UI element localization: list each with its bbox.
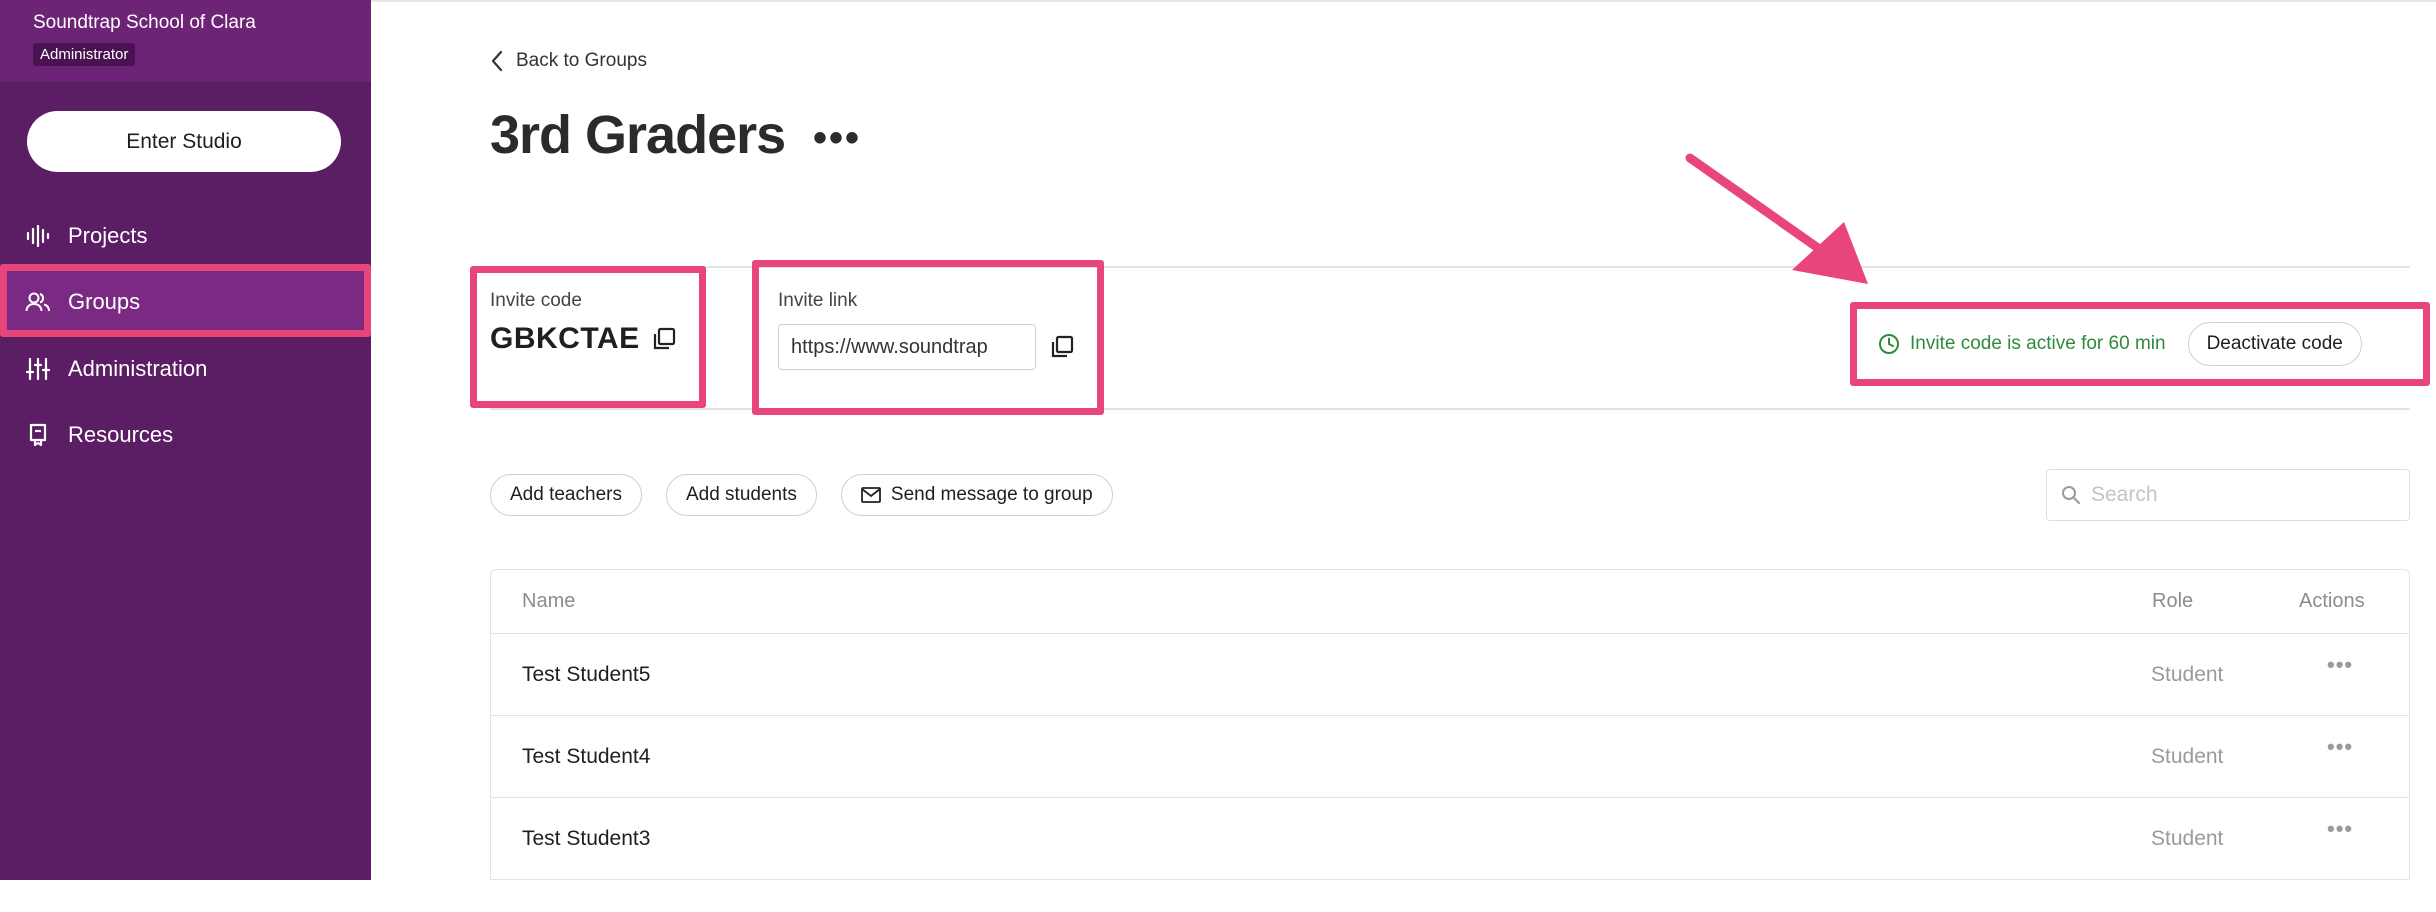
page-title: 3rd Graders [490, 105, 786, 165]
row-more-options-button[interactable]: ••• [2327, 816, 2353, 842]
search-input[interactable] [2091, 483, 2391, 507]
add-teachers-button[interactable]: Add teachers [490, 474, 642, 516]
invite-link-section: Invite link https://www.soundtrap [778, 290, 1074, 370]
sidebar-item-label: Projects [68, 223, 148, 248]
column-header-name[interactable]: Name [522, 590, 575, 613]
sidebar-header: Soundtrap School of Clara Administrator [0, 0, 371, 82]
table-header: Name Role Actions [491, 570, 2409, 634]
copy-invite-code-icon[interactable] [652, 327, 676, 351]
invite-section-bottom-divider [490, 408, 2410, 410]
sidebar-item-projects[interactable]: Projects [0, 204, 371, 268]
copy-invite-link-icon[interactable] [1050, 335, 1074, 359]
back-link-label: Back to Groups [516, 50, 647, 71]
invite-status-area: Invite code is active for 60 min Deactiv… [1878, 322, 2362, 366]
send-message-button[interactable]: Send message to group [840, 474, 1113, 516]
invite-code-label: Invite code [490, 290, 582, 311]
member-role: Student [2151, 827, 2224, 850]
invite-status-text: Invite code is active for 60 min [1910, 333, 2166, 354]
table-row[interactable]: Test Student5 Student ••• [491, 634, 2409, 716]
sliders-icon [24, 355, 52, 383]
chevron-left-icon [491, 50, 503, 72]
annotation-arrow-icon [1685, 153, 1868, 284]
member-name: Test Student4 [522, 745, 651, 768]
sidebar-item-resources[interactable]: Resources [0, 403, 371, 467]
invite-code-value: GBKCTAE [490, 322, 640, 355]
table-row[interactable]: Test Student3 Student ••• [491, 798, 2409, 880]
waveform-icon [24, 222, 52, 250]
members-table: Name Role Actions Test Student5 Student … [490, 569, 2410, 880]
organization-name: Soundtrap School of Clara [33, 12, 256, 33]
sidebar-item-label: Administration [68, 356, 208, 381]
invite-link-label: Invite link [778, 290, 858, 311]
people-icon [24, 288, 52, 316]
row-more-options-button[interactable]: ••• [2327, 734, 2353, 760]
invite-code-section: Invite code GBKCTAE [490, 290, 676, 356]
member-name: Test Student3 [522, 827, 651, 850]
invite-section-top-divider [490, 266, 2410, 268]
column-header-role[interactable]: Role [2152, 590, 2193, 613]
member-name: Test Student5 [522, 663, 651, 686]
send-message-label: Send message to group [890, 484, 1093, 505]
bookmark-icon [24, 421, 52, 449]
enter-studio-button[interactable]: Enter Studio [27, 111, 341, 172]
sidebar-item-label: Groups [68, 289, 141, 314]
sidebar: Soundtrap School of Clara Administrator … [0, 0, 371, 880]
column-header-actions: Actions [2299, 590, 2365, 612]
table-row[interactable]: Test Student4 Student ••• [491, 716, 2409, 798]
invite-link-field[interactable]: https://www.soundtrap [778, 324, 1036, 370]
sidebar-item-administration[interactable]: Administration [0, 337, 371, 401]
group-more-options-button[interactable]: ••• [813, 118, 861, 158]
back-to-groups-link[interactable]: Back to Groups [490, 50, 647, 72]
sidebar-item-groups[interactable]: Groups [0, 270, 371, 334]
member-role: Student [2151, 663, 2224, 686]
clock-icon [1879, 334, 1899, 354]
search-icon [2062, 486, 2080, 504]
row-more-options-button[interactable]: ••• [2327, 652, 2353, 678]
invite-link-value: https://www.soundtrap [791, 336, 988, 358]
sidebar-item-label: Resources [68, 422, 174, 447]
role-badge: Administrator [33, 43, 136, 66]
deactivate-code-button[interactable]: Deactivate code [2187, 322, 2362, 366]
group-actions-row: Add teachers Add students Send message t… [490, 474, 1137, 516]
member-role: Student [2151, 745, 2224, 768]
top-divider [371, 0, 2436, 2]
envelope-icon [860, 487, 881, 503]
search-box [2046, 469, 2410, 521]
add-students-button[interactable]: Add students [665, 474, 817, 516]
